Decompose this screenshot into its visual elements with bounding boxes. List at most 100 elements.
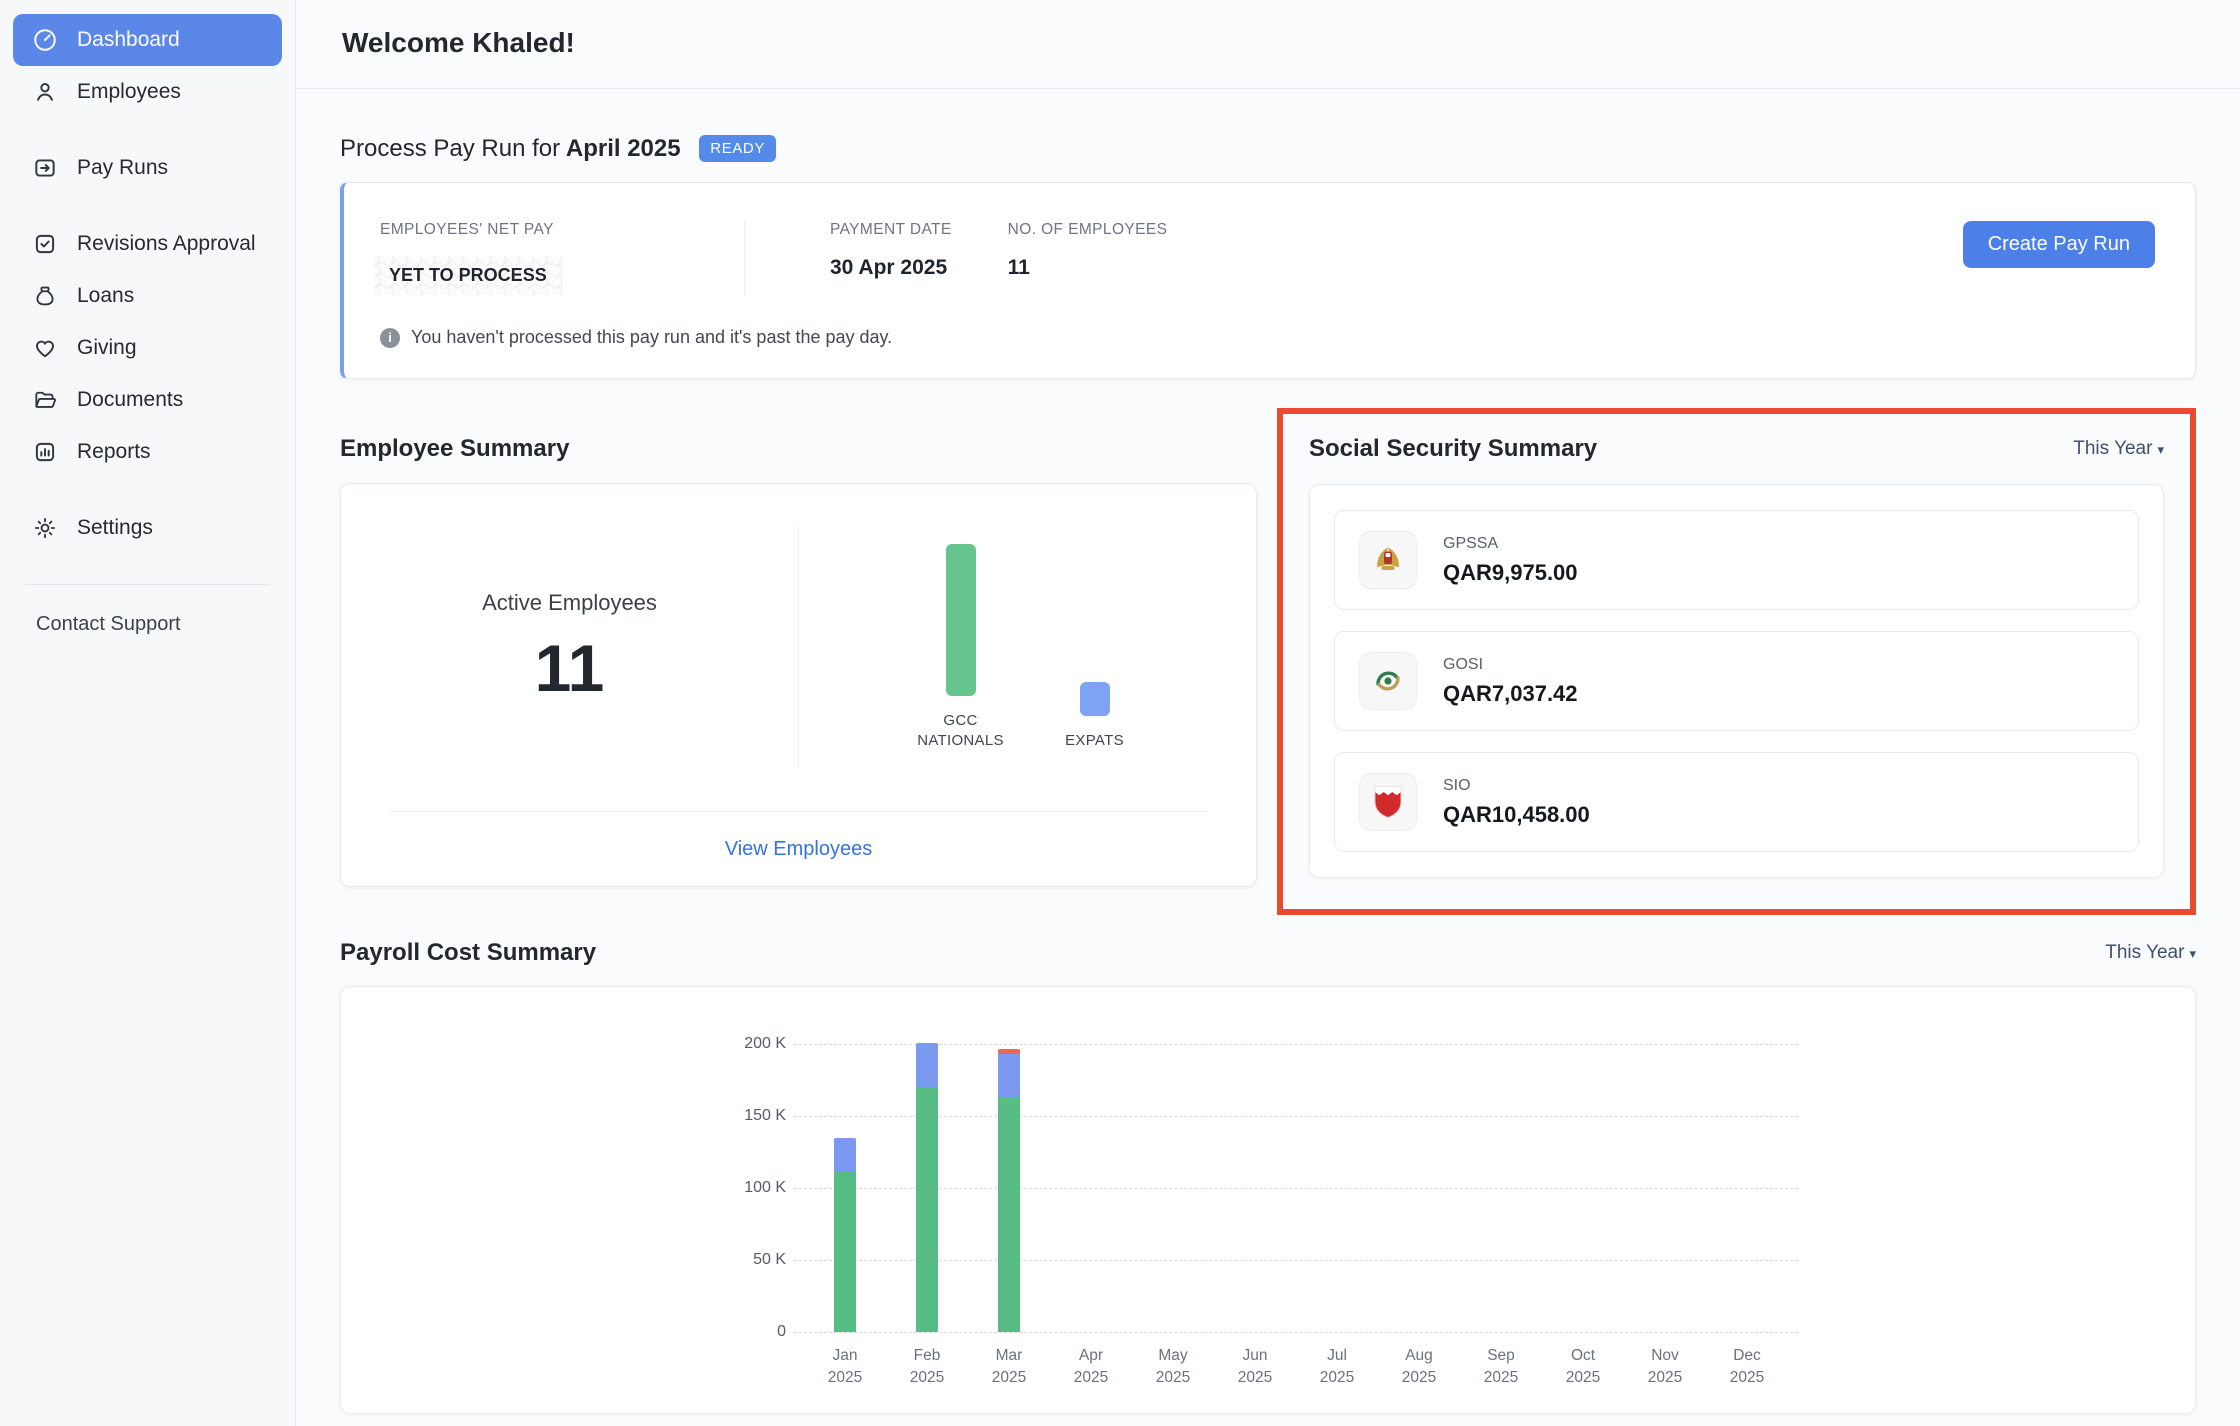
payrun-card: EMPLOYEES' NET PAY YET TO PROCESS PAYMEN… [340, 182, 2196, 379]
main-content: Welcome Khaled! Process Pay Run for Apri… [296, 0, 2240, 1426]
bar-segment [916, 1043, 938, 1088]
mini-bar-column: EXPATS [1047, 564, 1143, 751]
y-axis-tick-label: 200 K [716, 1035, 786, 1053]
x-axis-tick-label: Apr2025 [1050, 1345, 1132, 1388]
social-security-annotation-box: Social Security Summary This Year▾ [1277, 408, 2196, 915]
sidebar: Dashboard Employees Pay Runs Revisions A… [0, 0, 296, 1426]
gear-icon [32, 515, 58, 541]
x-axis-tick-label: Oct2025 [1542, 1345, 1624, 1388]
sidebar-item-settings[interactable]: Settings [13, 502, 282, 554]
payrun-info-text: You haven't processed this pay run and i… [411, 327, 892, 348]
uae-emblem-icon [1359, 531, 1417, 589]
sidebar-item-loans[interactable]: Loans [13, 270, 282, 322]
sidebar-item-label: Reports [77, 440, 151, 464]
x-axis-tick-label: Feb2025 [886, 1345, 968, 1388]
sidebar-item-revisions-approval[interactable]: Revisions Approval [13, 218, 282, 270]
page-header: Welcome Khaled! [296, 0, 2240, 89]
bar-slot [968, 1044, 1050, 1332]
social-security-amount: QAR10,458.00 [1443, 802, 1590, 828]
social-security-amount: QAR7,037.42 [1443, 681, 1578, 707]
social-security-row-sio: SIO QAR10,458.00 [1334, 752, 2139, 852]
y-axis-tick-label: 100 K [716, 1179, 786, 1197]
create-pay-run-button[interactable]: Create Pay Run [1963, 221, 2155, 268]
mini-bar-label: GCCNATIONALS [917, 711, 1004, 752]
sidebar-item-label: Pay Runs [77, 156, 168, 180]
bar-slot [1050, 1044, 1132, 1332]
info-icon: i [380, 328, 400, 348]
y-axis-tick-label: 0 [716, 1323, 786, 1341]
sidebar-item-label: Employees [77, 80, 181, 104]
sidebar-item-documents[interactable]: Documents [13, 374, 282, 426]
view-employees-link[interactable]: View Employees [725, 838, 872, 861]
payrun-section: Process Pay Run for April 2025 READY EMP… [340, 135, 2196, 379]
x-axis-tick-label: May2025 [1132, 1345, 1214, 1388]
x-axis-tick-label: Mar2025 [968, 1345, 1050, 1388]
employee-summary-title: Employee Summary [340, 435, 1257, 463]
contact-support-link[interactable]: Contact Support [13, 585, 282, 636]
payroll-cost-title: Payroll Cost Summary [340, 939, 596, 967]
employee-mini-bar-chart: GCCNATIONALS EXPATS [913, 544, 1143, 752]
bar-segment [834, 1171, 856, 1332]
payrun-title-period: April 2025 [566, 135, 681, 162]
sidebar-spacer [13, 478, 282, 502]
y-axis-tick-label: 50 K [716, 1251, 786, 1269]
dropdown-label: This Year [2105, 942, 2184, 963]
person-icon [32, 79, 58, 105]
sidebar-spacer [13, 118, 282, 142]
bar-slot [886, 1044, 968, 1332]
masked-net-pay-value: YET TO PROCESS [374, 256, 562, 295]
bar-slot [1296, 1044, 1378, 1332]
gridline [794, 1332, 1798, 1333]
bar-slot [1378, 1044, 1460, 1332]
sidebar-item-dashboard[interactable]: Dashboard [13, 14, 282, 66]
employee-summary-card: Active Employees 11 GCCNATIONALS EXPATS V… [340, 483, 1257, 887]
x-axis-tick-label: Jul2025 [1296, 1345, 1378, 1388]
stat-label: EMPLOYEES' NET PAY [380, 221, 688, 239]
page-title: Welcome Khaled! [340, 0, 2196, 59]
sidebar-item-employees[interactable]: Employees [13, 66, 282, 118]
payrun-title-prefix: Process Pay Run for [340, 135, 560, 162]
chevron-down-icon: ▾ [2189, 946, 2196, 961]
payroll-chart-x-labels: Jan2025Feb2025Mar2025Apr2025May2025Jun20… [804, 1345, 1788, 1388]
stat-payment-date: PAYMENT DATE 30 Apr 2025 [745, 221, 1008, 295]
gauge-icon [32, 27, 58, 53]
x-axis-tick-label: Aug2025 [1378, 1345, 1460, 1388]
bar-slot [1214, 1044, 1296, 1332]
payroll-cost-card: 050 K100 K150 K200 K Jan2025Feb2025Mar20… [340, 986, 2196, 1414]
sidebar-spacer [13, 194, 282, 218]
social-security-card: GPSSA QAR9,975.00 [1309, 484, 2164, 878]
bar-segment [834, 1138, 856, 1171]
sidebar-item-label: Loans [77, 284, 134, 308]
payrun-title: Process Pay Run for April 2025 READY [340, 135, 2196, 163]
check-square-icon [32, 231, 58, 257]
social-security-row-gosi: GOSI QAR7,037.42 [1334, 631, 2139, 731]
money-bag-icon [32, 283, 58, 309]
sidebar-item-pay-runs[interactable]: Pay Runs [13, 142, 282, 194]
bar-slot [1706, 1044, 1788, 1332]
gosi-logo-icon [1359, 652, 1417, 710]
sidebar-item-label: Dashboard [77, 28, 180, 52]
employee-summary-section: Employee Summary Active Employees 11 GCC… [340, 408, 1257, 887]
bar-slot [1624, 1044, 1706, 1332]
bar-slot [1460, 1044, 1542, 1332]
bar-slot [1542, 1044, 1624, 1332]
social-security-amount: QAR9,975.00 [1443, 560, 1578, 586]
x-axis-tick-label: Dec2025 [1706, 1345, 1788, 1388]
folder-icon [32, 387, 58, 413]
social-security-name: GOSI [1443, 656, 1578, 674]
social-security-name: GPSSA [1443, 535, 1578, 553]
sidebar-item-reports[interactable]: Reports [13, 426, 282, 478]
mini-bar [946, 544, 976, 696]
app-window: Dashboard Employees Pay Runs Revisions A… [0, 0, 2240, 1426]
sidebar-item-label: Revisions Approval [77, 232, 256, 256]
stat-label: PAYMENT DATE [830, 221, 952, 239]
payroll-cost-section: Payroll Cost Summary This Year▾ 050 K100… [340, 939, 2196, 1414]
bar-segment [998, 1054, 1020, 1097]
dropdown-label: This Year [2073, 438, 2152, 459]
sidebar-item-giving[interactable]: Giving [13, 322, 282, 374]
active-employees-panel: Active Employees 11 [341, 484, 798, 811]
summary-row: Employee Summary Active Employees 11 GCC… [340, 408, 2196, 915]
payroll-chart-plot: 050 K100 K150 K200 K [804, 1044, 1788, 1332]
payroll-period-dropdown[interactable]: This Year ▾ [2105, 942, 2196, 964]
social-security-period-dropdown[interactable]: This Year▾ [2073, 438, 2164, 460]
